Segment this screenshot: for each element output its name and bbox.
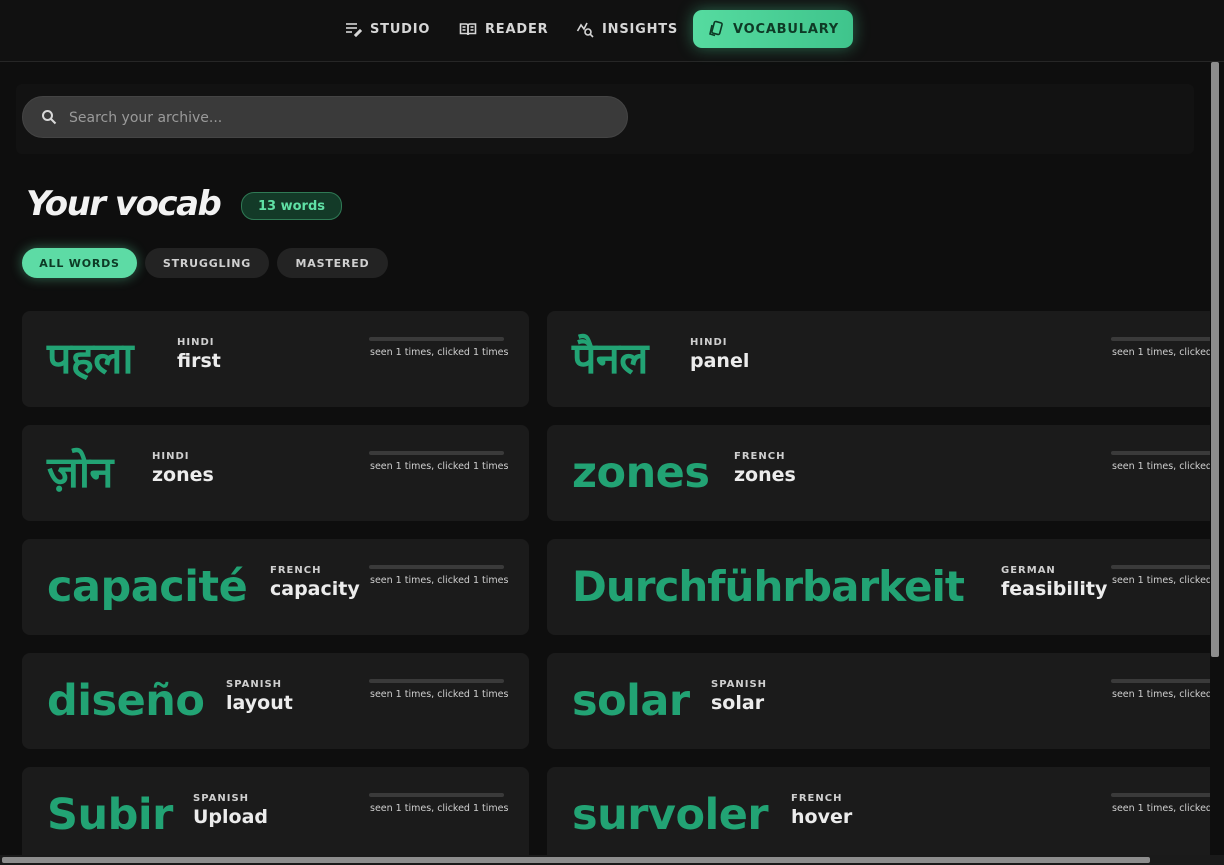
- vocab-card[interactable]: ज़ोन HINDI zones seen 1 times, clicked 1…: [22, 425, 529, 521]
- vocab-language: FRENCH: [791, 793, 843, 804]
- vocab-word: capacité: [47, 562, 248, 612]
- word-count-badge: 13 words: [241, 192, 343, 220]
- vocab-progress-bar: [1111, 337, 1224, 341]
- vocab-word: पहला: [47, 334, 134, 384]
- vocab-meta: FRENCH zones: [734, 451, 796, 486]
- studio-edit-icon: [346, 23, 362, 38]
- search-icon: [42, 110, 57, 125]
- vocab-progress-bar: [1111, 565, 1224, 569]
- vocab-progress-bar: [369, 679, 504, 683]
- tab-insights-label: INSIGHTS: [602, 21, 679, 37]
- vocab-language: SPANISH: [193, 793, 250, 804]
- vocab-meaning: panel: [690, 350, 750, 372]
- tab-reader-label: READER: [485, 21, 549, 37]
- page-title: Your vocab: [26, 184, 222, 224]
- vocab-card[interactable]: पहला HINDI first seen 1 times, clicked 1…: [22, 311, 529, 407]
- vocab-meaning: hover: [791, 806, 853, 828]
- vocab-meta: HINDI first: [177, 337, 221, 372]
- vocab-word: Subir: [47, 790, 173, 840]
- vocab-word: Durchführbarkeit: [572, 562, 965, 611]
- vocab-card[interactable]: capacité FRENCH capacity seen 1 times, c…: [22, 539, 529, 635]
- tab-vocabulary-label: VOCABULARY: [733, 21, 840, 37]
- vocab-language: HINDI: [152, 451, 190, 462]
- vocab-language: HINDI: [690, 337, 728, 348]
- vocab-stats: seen 1 times, clicked 1 times: [370, 347, 509, 358]
- vocab-meta: FRENCH hover: [791, 793, 852, 828]
- vocab-word: survoler: [572, 790, 769, 840]
- vocab-stats: seen 1 times, clicked 1 times: [370, 575, 509, 586]
- vertical-scrollbar-thumb[interactable]: [1211, 62, 1219, 657]
- vocab-card[interactable]: survoler FRENCH hover seen 1 times, clic…: [547, 767, 1224, 863]
- vocab-meaning: Upload: [193, 806, 269, 828]
- vocab-language: FRENCH: [734, 451, 786, 462]
- vocab-stats: seen 1 times, clicked: [1112, 803, 1212, 814]
- vocab-progress-bar: [369, 793, 504, 797]
- tab-studio-label: STUDIO: [370, 21, 431, 37]
- vocab-stats: seen 1 times, clicked: [1112, 689, 1212, 700]
- book-open-icon: [459, 23, 477, 36]
- vocab-language: SPANISH: [226, 679, 283, 690]
- vocab-word: solar: [572, 676, 690, 726]
- vocab-word: diseño: [47, 676, 205, 726]
- vocab-progress-bar: [369, 337, 504, 341]
- filter-all-words[interactable]: ALL WORDS: [22, 248, 137, 278]
- vocab-language: FRENCH: [270, 565, 322, 576]
- filter-struggling[interactable]: STRUGGLING: [145, 248, 269, 278]
- vocab-card[interactable]: Durchführbarkeit GERMAN feasibility seen…: [547, 539, 1224, 635]
- vocab-meta: GERMAN feasibility: [1001, 565, 1107, 600]
- vocab-card[interactable]: zones FRENCH zones seen 1 times, clicked: [547, 425, 1224, 521]
- vocab-meaning: solar: [711, 692, 765, 714]
- vocab-progress-bar: [369, 565, 504, 569]
- vocab-progress-bar: [1111, 793, 1224, 797]
- vocab-meta: FRENCH capacity: [270, 565, 360, 600]
- vocab-language: HINDI: [177, 337, 215, 348]
- vocab-language: SPANISH: [711, 679, 768, 690]
- vocab-word: zones: [572, 448, 710, 498]
- vocab-meaning: first: [177, 350, 221, 372]
- vocab-stats: seen 1 times, clicked 1 times: [370, 689, 509, 700]
- vocab-meta: HINDI panel: [690, 337, 749, 372]
- vocab-card[interactable]: पैनल HINDI panel seen 1 times, clicked: [547, 311, 1224, 407]
- horizontal-scrollbar-thumb[interactable]: [2, 857, 1150, 863]
- filter-mastered[interactable]: MASTERED: [277, 248, 388, 278]
- vocab-card[interactable]: Subir SPANISH Upload seen 1 times, click…: [22, 767, 529, 863]
- top-nav-bar: STUDIO READER INSIGHTS VOCABULARY: [0, 0, 1224, 62]
- tab-insights[interactable]: INSIGHTS: [566, 10, 688, 48]
- vocab-card[interactable]: solar SPANISH solar seen 1 times, clicke…: [547, 653, 1224, 749]
- vocab-progress-bar: [369, 451, 504, 455]
- vocab-stats: seen 1 times, clicked: [1112, 461, 1212, 472]
- vocab-progress-bar: [1111, 679, 1224, 683]
- vocab-stats: seen 1 times, clicked: [1112, 575, 1212, 586]
- vocab-stats: seen 1 times, clicked 1 times: [370, 461, 509, 472]
- vocab-meta: SPANISH layout: [226, 679, 293, 714]
- vocab-stats: seen 1 times, clicked 1 times: [370, 803, 509, 814]
- tab-reader[interactable]: READER: [449, 10, 558, 48]
- vocab-meaning: zones: [734, 464, 796, 486]
- vocab-language: GERMAN: [1001, 565, 1056, 576]
- tab-vocabulary[interactable]: VOCABULARY: [693, 10, 854, 48]
- vocab-meaning: capacity: [270, 578, 360, 600]
- insights-chart-icon: [576, 22, 594, 38]
- vocab-meaning: feasibility: [1001, 578, 1108, 600]
- vocab-word: ज़ोन: [47, 448, 113, 498]
- search-box[interactable]: [22, 96, 628, 139]
- vocab-meta: HINDI zones: [152, 451, 214, 486]
- vocab-meaning: layout: [226, 692, 293, 714]
- vocab-stats: seen 1 times, clicked: [1112, 347, 1212, 358]
- vocab-meta: SPANISH solar: [711, 679, 767, 714]
- vocab-progress-bar: [1111, 451, 1224, 455]
- vocab-meta: SPANISH Upload: [193, 793, 268, 828]
- vocab-meaning: zones: [152, 464, 214, 486]
- vocab-word: पैनल: [572, 334, 648, 384]
- search-input[interactable]: [67, 97, 611, 139]
- tab-studio[interactable]: STUDIO: [334, 10, 440, 48]
- cards-icon: [709, 20, 723, 37]
- vocab-card[interactable]: diseño SPANISH layout seen 1 times, clic…: [22, 653, 529, 749]
